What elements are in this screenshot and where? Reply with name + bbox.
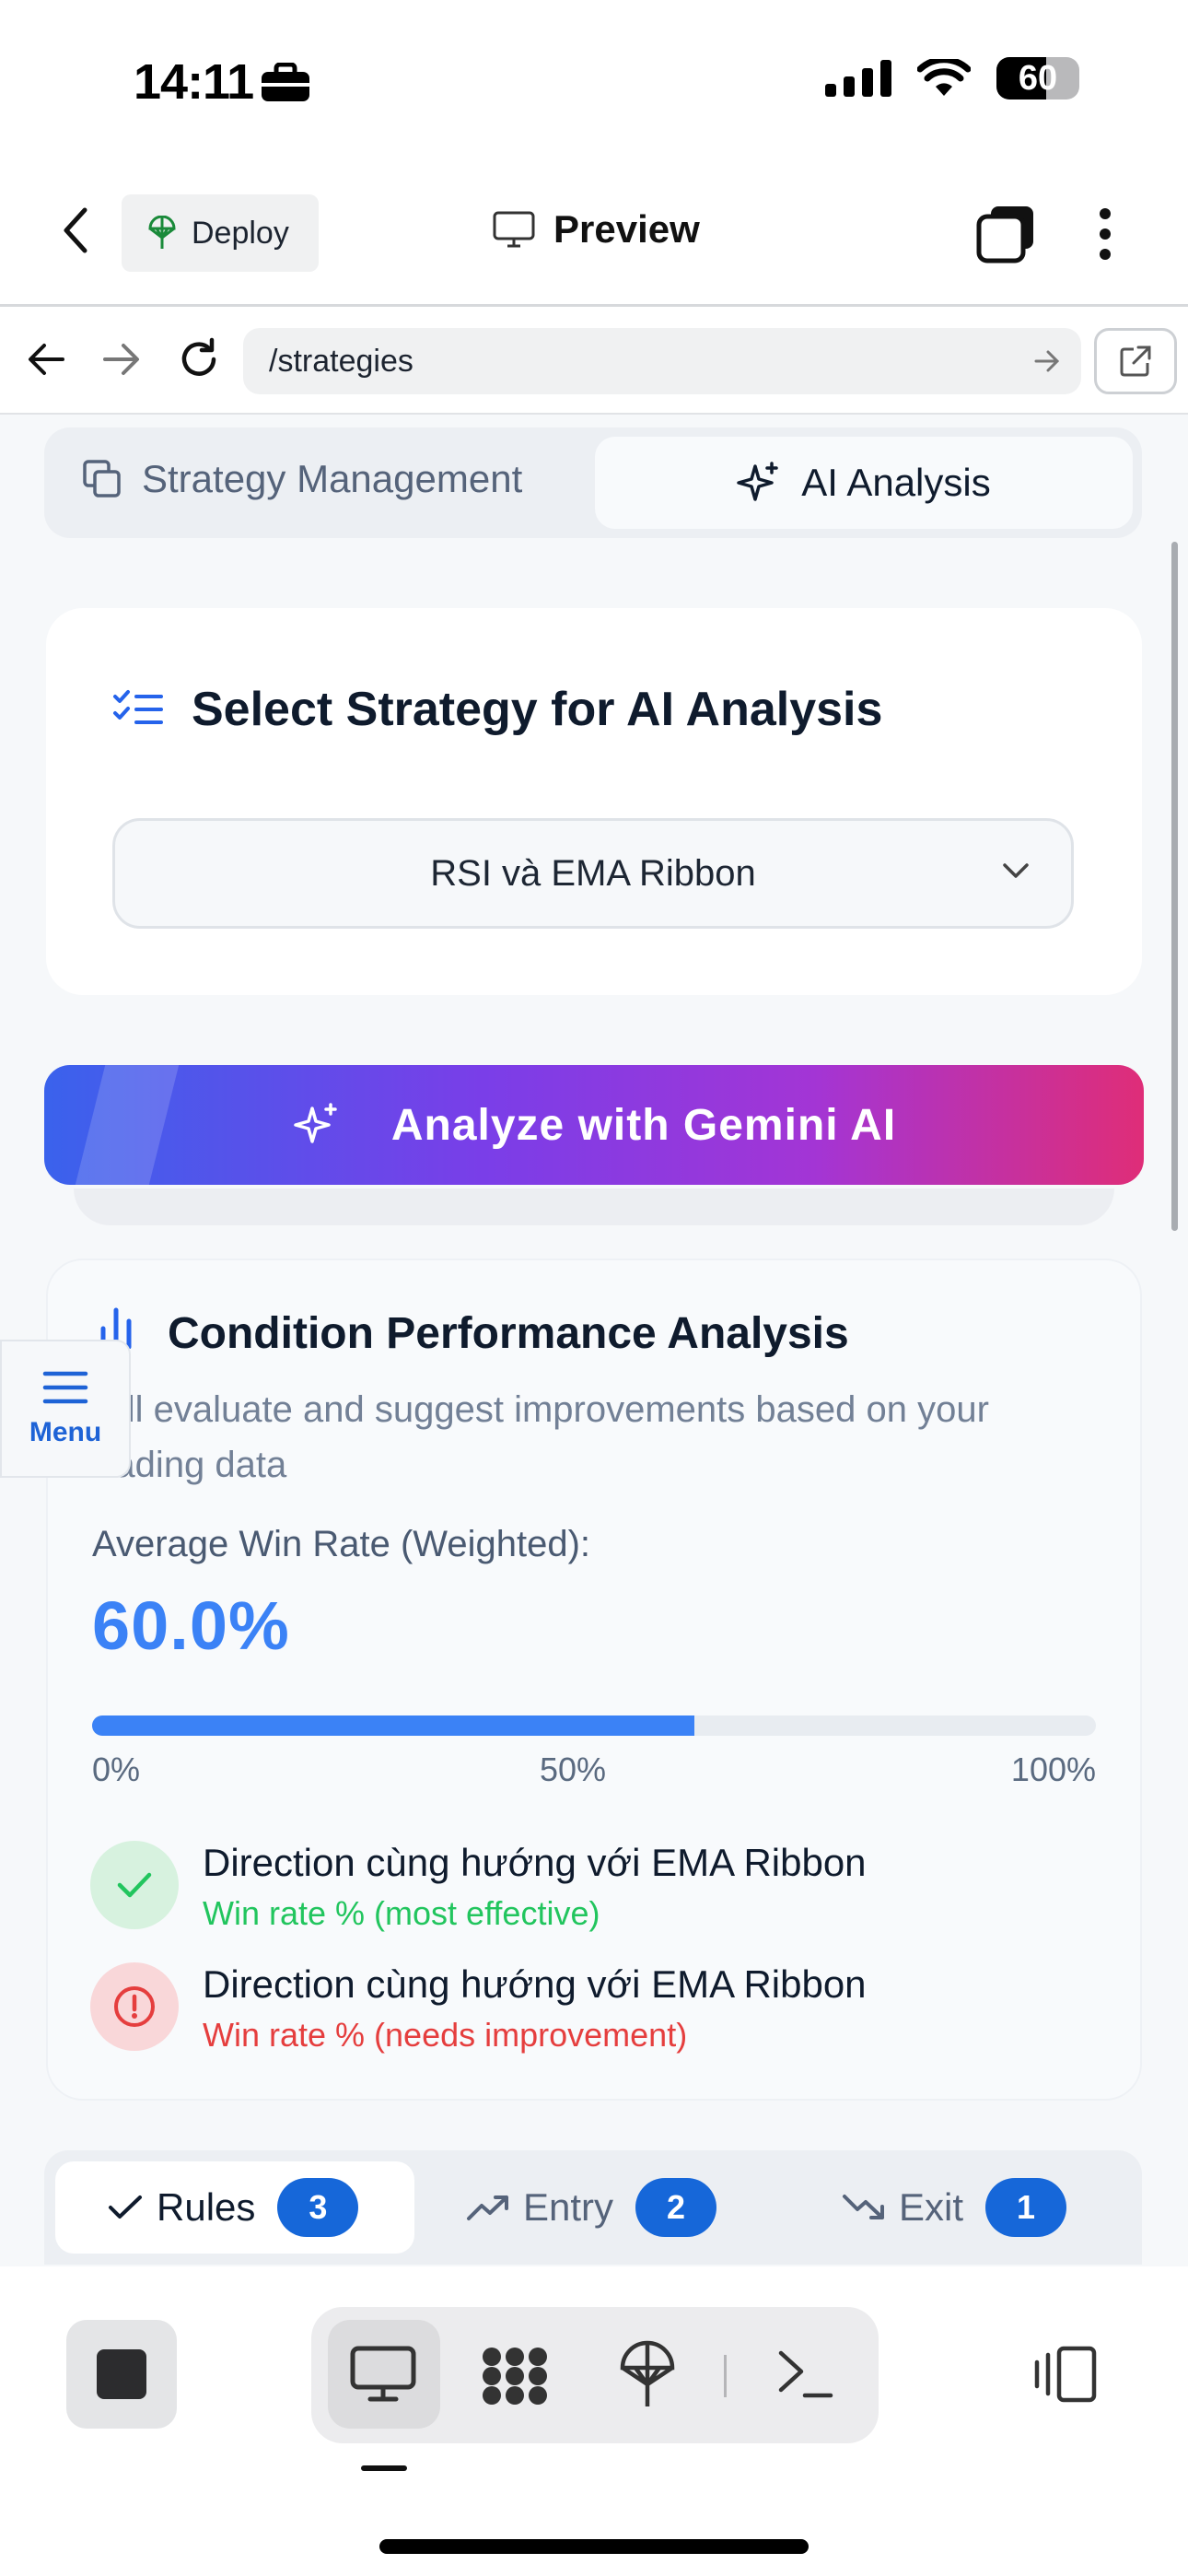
monitor-icon [493, 211, 535, 248]
analyze-gemini-button[interactable]: Analyze with Gemini AI [44, 1065, 1144, 1185]
win-rate-progress-fill [92, 1715, 694, 1736]
rules-count-badge: 3 [277, 2178, 359, 2237]
hamburger-icon [42, 1371, 88, 1404]
url-input[interactable]: /strategies [243, 328, 1081, 394]
alert-circle-icon [114, 1986, 155, 2027]
deploy-icon[interactable] [619, 2340, 676, 2415]
wifi-icon [917, 59, 971, 96]
condition-performance-description: will evaluate and suggest improvements b… [92, 1389, 989, 1485]
select-strategy-title: Select Strategy for AI Analysis [112, 682, 882, 737]
tab-rules[interactable]: Rules 3 [107, 2178, 359, 2237]
sparkles-icon [737, 462, 779, 501]
terminal-icon[interactable] [777, 2348, 834, 2406]
tab-strategy-management[interactable]: Strategy Management [83, 457, 522, 501]
scrollbar[interactable] [1171, 542, 1178, 1231]
tab-entry-label: Entry [523, 2185, 614, 2229]
trending-down-icon [843, 2195, 884, 2219]
status-time: 14:11 [134, 54, 254, 110]
reload-icon[interactable] [177, 337, 221, 386]
nav-back-icon[interactable] [26, 341, 66, 382]
home-indicator[interactable] [379, 2539, 809, 2554]
progress-tick-100: 100% [1010, 1751, 1096, 1788]
tab-rules-label: Rules [157, 2185, 256, 2229]
tab-entry[interactable]: Entry 2 [466, 2178, 717, 2237]
tab-exit[interactable]: Exit 1 [842, 2178, 1067, 2237]
status-indicators: 60 [825, 57, 1079, 100]
check-icon [109, 2195, 142, 2219]
deploy-icon [148, 216, 176, 249]
url-go-icon[interactable] [1033, 348, 1061, 374]
stop-button[interactable] [66, 2320, 177, 2429]
tab-exit-label: Exit [899, 2185, 964, 2229]
condition-subtitle: Win rate % (most effective) [203, 1894, 600, 1932]
split-view-icon[interactable] [1031, 2346, 1098, 2407]
success-status-icon [90, 1841, 179, 1929]
more-vertical-icon[interactable] [1096, 206, 1114, 266]
condition-subtitle: Win rate % (needs improvement) [203, 2016, 688, 2054]
copy-icon [83, 460, 121, 498]
chevron-down-icon [1003, 863, 1029, 878]
preview-title: Preview [493, 207, 700, 252]
condition-title: Direction cùng hướng với EMA Ribbon [203, 1841, 867, 1884]
list-checks-icon [113, 690, 163, 724]
signal-icon [825, 60, 891, 97]
trending-up-icon [467, 2195, 508, 2220]
menu-label: Menu [29, 1417, 102, 1447]
entry-count-badge: 2 [635, 2178, 717, 2237]
average-win-rate-label: Average Win Rate (Weighted): [92, 1524, 590, 1564]
stop-icon [97, 2349, 146, 2399]
analyze-gemini-label: Analyze with Gemini AI [390, 1100, 897, 1150]
tab-ai-analysis-label: AI Analysis [801, 461, 991, 504]
warning-status-icon [90, 1962, 179, 2051]
battery-indicator: 60 [996, 57, 1079, 100]
button-shine [75, 1065, 180, 1185]
condition-title: Direction cùng hướng với EMA Ribbon [203, 1962, 867, 2006]
deploy-button[interactable]: Deploy [122, 194, 319, 272]
back-chevron-icon[interactable] [57, 205, 94, 261]
header-divider [0, 304, 1188, 307]
nav-forward-icon[interactable] [101, 341, 142, 382]
condition-performance-title: Condition Performance Analysis [168, 1309, 849, 1358]
windows-icon[interactable] [976, 205, 1035, 268]
open-external-button[interactable] [1094, 328, 1177, 394]
deploy-label: Deploy [192, 215, 289, 251]
strategy-select-value: RSI và EMA Ribbon [430, 852, 756, 894]
external-link-icon [1120, 345, 1151, 377]
integrations-icon[interactable] [479, 2344, 551, 2413]
monitor-icon[interactable] [350, 2346, 416, 2407]
check-icon [117, 1872, 152, 1898]
tab-strategy-management-label: Strategy Management [142, 457, 523, 500]
menu-button[interactable]: Menu [0, 1340, 131, 1478]
tab-ai-analysis[interactable]: AI Analysis [595, 437, 1133, 529]
select-strategy-card [46, 608, 1142, 995]
exit-count-badge: 1 [985, 2178, 1067, 2237]
progress-tick-50: 50% [540, 1751, 607, 1788]
button-shadow [74, 1188, 1114, 1225]
active-tool-indicator [361, 2465, 407, 2471]
progress-tick-0: 0% [92, 1751, 141, 1788]
strategy-select[interactable]: RSI và EMA Ribbon [112, 818, 1074, 929]
tool-divider [724, 2355, 727, 2397]
url-text: /strategies [269, 343, 413, 379]
briefcase-icon [260, 62, 311, 108]
sparkles-icon [294, 1103, 337, 1143]
average-win-rate-value: 60.0% [92, 1587, 290, 1664]
